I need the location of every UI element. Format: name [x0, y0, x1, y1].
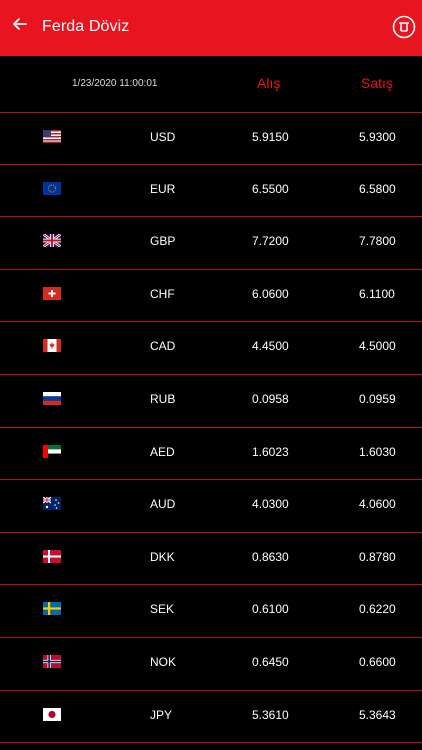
sell-rate: 5.3643	[359, 707, 396, 722]
sell-rate: 1.6030	[359, 444, 396, 459]
currency-code: NOK	[150, 654, 177, 669]
table-row[interactable]: AED 1.6023 1.6030	[0, 428, 422, 481]
buy-rate: 0.8630	[252, 549, 289, 564]
table-row[interactable]: CHF 6.0600 6.1100	[0, 270, 422, 323]
page-title: Ferda Döviz	[42, 18, 130, 35]
table-row[interactable]: NOK 0.6450 0.6600	[0, 638, 422, 691]
buy-rate: 6.0600	[252, 286, 289, 301]
buy-rate: 6.5500	[252, 181, 289, 196]
sell-rate: 5.9300	[359, 130, 396, 144]
currency-code: AED	[150, 444, 175, 459]
table-row[interactable]: EUR 6.5500 6.5800	[0, 165, 422, 218]
jp-flag-icon	[43, 707, 61, 721]
sell-rate: 6.1100	[359, 286, 395, 301]
arrow-left-icon[interactable]	[10, 14, 30, 34]
currency-code: CAD	[150, 339, 176, 354]
no-flag-icon	[43, 654, 61, 668]
buy-rate: 4.4500	[252, 339, 289, 354]
currency-code: SEK	[150, 602, 175, 617]
sell-rate: 4.0600	[359, 497, 396, 512]
column-sell-header: Satış	[361, 75, 393, 91]
buy-rate: 4.0300	[252, 497, 289, 512]
ru-flag-icon	[43, 391, 61, 405]
buy-rate: 0.6100	[252, 602, 289, 617]
table-row[interactable]: CAD 4.4500 4.5000	[0, 322, 422, 375]
currency-code: USD	[150, 130, 176, 144]
sell-rate: 6.5800	[359, 181, 396, 196]
gb-flag-icon	[43, 234, 61, 248]
sell-rate: 0.8780	[359, 549, 396, 564]
buy-rate: 7.7200	[252, 234, 289, 249]
table-row[interactable]: AUD 4.0300 4.0600	[0, 480, 422, 533]
sell-rate: 0.6220	[359, 602, 396, 617]
table-header: 1/23/2020 11:00:01 Alış Satış	[0, 56, 422, 112]
sell-rate: 4.5000	[359, 339, 396, 354]
table-row[interactable]: SEK 0.6100 0.6220	[0, 585, 422, 638]
table-row[interactable]: JPY 5.3610 5.3643	[0, 691, 422, 744]
sell-rate: 0.0959	[359, 391, 396, 406]
currency-code: JPY	[150, 707, 173, 722]
se-flag-icon	[43, 602, 61, 616]
sell-rate: 7.7800	[359, 234, 396, 249]
currency-code: DKK	[150, 549, 175, 564]
currency-code: CHF	[150, 286, 175, 301]
buy-rate: 1.6023	[252, 444, 289, 459]
au-flag-icon	[43, 497, 61, 511]
eu-flag-icon	[43, 181, 61, 195]
currency-code: AUD	[150, 497, 176, 512]
dk-flag-icon	[43, 549, 61, 563]
rates-table: USD 5.9150 5.9300 EUR 6.5500 6.5800 GBP …	[0, 112, 422, 744]
table-row[interactable]: USD 5.9150 5.9300	[0, 112, 422, 165]
table-row[interactable]: RUB 0.0958 0.0959	[0, 375, 422, 428]
us-flag-icon	[43, 130, 61, 143]
buy-rate: 5.9150	[252, 130, 289, 144]
update-timestamp: 1/23/2020 11:00:01	[72, 78, 158, 89]
ae-flag-icon	[43, 444, 61, 458]
currency-code: EUR	[150, 181, 176, 196]
ch-flag-icon	[43, 286, 61, 300]
sell-rate: 0.6600	[359, 654, 396, 669]
table-row[interactable]: GBP 7.7200 7.7800	[0, 217, 422, 270]
currency-code: GBP	[150, 234, 176, 249]
app-bar: Ferda Döviz	[0, 0, 422, 56]
currency-code: RUB	[150, 391, 176, 406]
table-row[interactable]: DKK 0.8630 0.8780	[0, 533, 422, 586]
ca-flag-icon	[43, 339, 61, 353]
buy-rate: 5.3610	[252, 707, 289, 722]
buy-rate: 0.6450	[252, 654, 289, 669]
column-buy-header: Alış	[257, 75, 281, 91]
buy-rate: 0.0958	[252, 391, 289, 406]
ferda-logo-icon	[392, 15, 416, 39]
